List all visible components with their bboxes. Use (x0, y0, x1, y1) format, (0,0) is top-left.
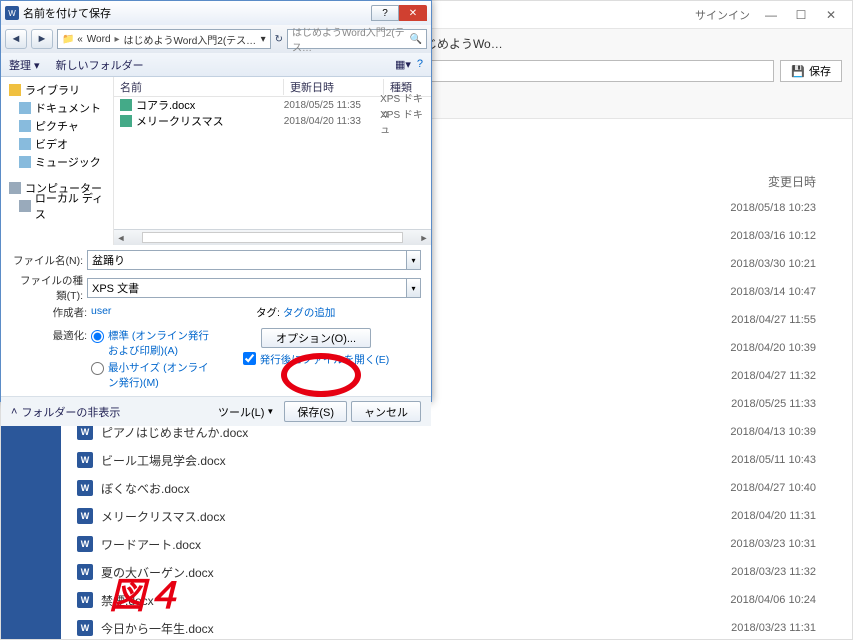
save-button[interactable]: 保存(S) (284, 401, 347, 422)
nav-back-icon[interactable]: ◄ (5, 29, 27, 49)
cancel-button[interactable]: ャンセル (351, 401, 421, 422)
word-doc-icon: W (77, 480, 93, 496)
new-folder-button[interactable]: 新しいフォルダー (56, 57, 144, 73)
file-row[interactable]: Wメリークリスマス.docx2018/04/20 11:31 (77, 502, 836, 530)
word-doc-icon: W (77, 424, 93, 440)
options-button[interactable]: オプション(O)... (261, 328, 371, 348)
word-doc-icon: W (77, 620, 93, 636)
file-row[interactable]: W今日から一年生.docx2018/03/23 11:31 (77, 614, 836, 639)
tools-menu[interactable]: ツール(L)▼ (218, 404, 274, 420)
xps-icon (120, 99, 132, 111)
signin-link[interactable]: サインイン (695, 7, 750, 23)
help-icon[interactable]: ? (417, 58, 423, 71)
search-icon: 🔍 (410, 34, 422, 45)
file-list[interactable]: 名前 更新日時 種類 コアラ.docx2018/05/25 11:35XPS ド… (113, 77, 431, 245)
file-row[interactable]: Wワードアート.docx2018/03/23 10:31 (77, 530, 836, 558)
folder-tree[interactable]: ライブラリ ドキュメント ピクチャ ビデオ ミュージック コンピューター ローカ… (1, 77, 113, 245)
filetype-dropdown-icon[interactable]: ▾ (407, 278, 421, 298)
word-doc-icon: W (77, 564, 93, 580)
dialog-file-row[interactable]: メリークリスマス2018/04/20 11:33XPS ドキュ (114, 113, 431, 129)
filename-dropdown-icon[interactable]: ▾ (407, 250, 421, 270)
file-row[interactable]: Wビール工場見学会.docx2018/05/11 10:43 (77, 446, 836, 474)
window-min-icon[interactable]: — (758, 6, 784, 24)
xps-icon (120, 115, 132, 127)
word-icon: W (5, 6, 19, 20)
hide-folders-toggle[interactable]: ˄ フォルダーの非表示 (11, 404, 120, 420)
optimize-min-radio[interactable]: 最小サイズ (オンライン発行)(M) (91, 360, 211, 390)
dialog-help-icon[interactable]: ? (371, 5, 399, 21)
view-icon[interactable]: ▦▾ (395, 58, 411, 71)
computer-icon (9, 182, 21, 194)
bg-save-button[interactable]: 💾 保存 (780, 60, 842, 82)
file-row[interactable]: W禁煙.docx2018/04/06 10:24 (77, 586, 836, 614)
open-after-checkbox[interactable]: 発行後にファイルを開く(E) (211, 352, 421, 367)
filetype-select[interactable]: XPS 文書 (87, 278, 407, 298)
author-value[interactable]: user (91, 305, 111, 317)
filename-input[interactable]: 盆踊り (87, 250, 407, 270)
word-doc-icon: W (77, 592, 93, 608)
save-as-dialog: W 名前を付けて保存 ? ✕ ◄ ► 📁 « Word ▸ はじめようWord入… (0, 0, 432, 402)
dialog-path[interactable]: 📁 « Word ▸ はじめようWord入門2(テス… ▾ (57, 29, 271, 49)
window-max-icon[interactable]: ☐ (788, 6, 814, 24)
window-close-icon[interactable]: ✕ (818, 6, 844, 24)
organize-menu[interactable]: 整理 ▾ (9, 57, 40, 73)
word-doc-icon: W (77, 508, 93, 524)
h-scrollbar[interactable]: ◄► (114, 229, 431, 245)
word-doc-icon: W (77, 536, 93, 552)
library-icon (9, 84, 21, 96)
dialog-titlebar: W 名前を付けて保存 ? ✕ (1, 1, 431, 25)
file-row[interactable]: W夏の大バーゲン.docx2018/03/23 11:32 (77, 558, 836, 586)
figure-label: 図４ (109, 567, 181, 619)
word-doc-icon: W (77, 452, 93, 468)
save-icon: 💾 (791, 65, 805, 78)
dialog-close-icon[interactable]: ✕ (399, 5, 427, 21)
chevron-up-icon: ˄ (11, 406, 17, 418)
tag-add[interactable]: タグの追加 (283, 307, 336, 319)
optimize-standard-radio[interactable]: 標準 (オンライン発行および印刷)(A) (91, 328, 211, 358)
nav-fwd-icon[interactable]: ► (31, 29, 53, 49)
dialog-search[interactable]: はじめようWord入門2(テス… 🔍 (287, 29, 427, 49)
file-row[interactable]: Wぼくなべお.docx2018/04/27 10:40 (77, 474, 836, 502)
